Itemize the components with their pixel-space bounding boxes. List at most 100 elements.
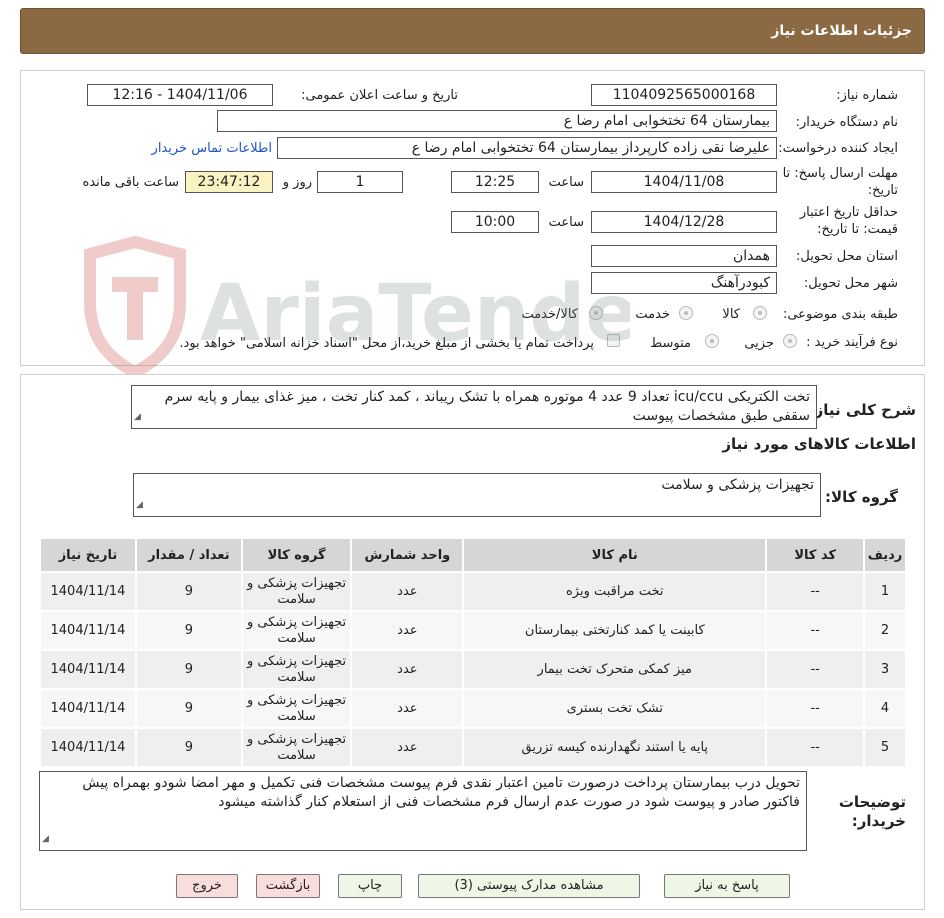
cell-item-group: تجهیزات پزشکی و سلامت <box>240 649 353 690</box>
deadline-time-field[interactable]: 12:25 <box>451 171 539 193</box>
cell-need-date: 1404/11/14 <box>39 610 137 651</box>
cell-row-number: 3 <box>863 649 907 690</box>
category-service-label: خدمت <box>635 307 670 322</box>
treasury-payment-note: پرداخت تمام یا بخشی از مبلغ خرید،از محل … <box>179 336 594 351</box>
deadline-label-1: مهلت ارسال پاسخ: تا <box>782 166 898 181</box>
announce-field[interactable]: 1404/11/06 - 12:16 <box>87 84 273 106</box>
treasury-payment-checkbox[interactable] <box>607 334 620 347</box>
print-button[interactable]: چاپ <box>338 874 402 898</box>
reply-button[interactable]: پاسخ به نیاز <box>664 874 790 898</box>
back-button[interactable]: بازگشت <box>256 874 320 898</box>
exit-button[interactable]: خروج <box>176 874 238 898</box>
buyer-notes-text: تحویل درب بیمارستان پرداخت درصورت تامین … <box>82 775 800 810</box>
cell-need-date: 1404/11/14 <box>39 571 137 612</box>
cell-quantity: 9 <box>134 610 243 651</box>
cell-item-group: تجهیزات پزشکی و سلامت <box>240 571 353 612</box>
process-minor-radio[interactable] <box>783 334 797 348</box>
cell-unit: عدد <box>350 610 465 651</box>
col-item-name: نام کالا <box>462 537 768 573</box>
cell-item-code: -- <box>765 571 866 612</box>
announce-label: تاریخ و ساعت اعلان عمومی: <box>301 88 458 103</box>
creator-label: ایجاد کننده درخواست: <box>778 141 898 156</box>
validity-time-field[interactable]: 10:00 <box>451 211 539 233</box>
cell-quantity: 9 <box>134 571 243 612</box>
cell-unit: عدد <box>350 649 465 690</box>
days-word: روز و <box>282 175 312 190</box>
remaining-time-field: 23:47:12 <box>185 171 273 193</box>
col-quantity: تعداد / مقدار <box>134 537 243 573</box>
remaining-word: ساعت باقی مانده <box>82 175 179 190</box>
col-item-group: گروه کالا <box>240 537 353 573</box>
cell-row-number: 5 <box>863 727 907 768</box>
category-label: طبقه بندی موضوعی: <box>782 307 898 322</box>
cell-item-code: -- <box>765 649 866 690</box>
cell-quantity: 9 <box>134 727 243 768</box>
cell-unit: عدد <box>350 688 465 729</box>
col-row-number: ردیف <box>863 537 907 573</box>
cell-item-code: -- <box>765 727 866 768</box>
buyer-notes-textarea[interactable]: تحویل درب بیمارستان پرداخت درصورت تامین … <box>39 771 807 851</box>
validity-date-field[interactable]: 1404/12/28 <box>591 211 777 233</box>
table-row[interactable]: 1 -- تخت مراقبت ویژه عدد تجهیزات پزشکی و… <box>39 571 907 612</box>
cell-item-code: -- <box>765 610 866 651</box>
page-header: جزئیات اطلاعات نیاز <box>20 8 925 54</box>
cell-unit: عدد <box>350 727 465 768</box>
cell-item-group: تجهیزات پزشکی و سلامت <box>240 610 353 651</box>
resize-grip-icon[interactable]: ◢ <box>136 496 143 515</box>
buyer-contact-link[interactable]: اطلاعات تماس خریدار <box>152 141 272 156</box>
summary-text: تخت الکتریکی icu/ccu تعداد 9 عدد 4 موتور… <box>164 389 810 424</box>
cell-item-name: تخت مراقبت ویژه <box>462 571 768 612</box>
city-field[interactable]: کبودرآهنگ <box>591 272 777 294</box>
creator-field[interactable]: علیرضا نقی زاده کارپرداز بیمارستان 64 تخ… <box>277 137 777 159</box>
goods-group-label: گروه کالا: <box>825 488 898 506</box>
buyer-org-field[interactable]: بیمارستان 64 تختخوابی امام رضا ع <box>217 110 777 132</box>
validity-time-label: ساعت <box>548 215 584 230</box>
cell-need-date: 1404/11/14 <box>39 727 137 768</box>
resize-grip-icon[interactable]: ◢ <box>42 830 49 849</box>
province-field[interactable]: همدان <box>591 245 777 267</box>
cell-item-name: کابینت یا کمد کنارتختی بیمارستان <box>462 610 768 651</box>
buyer-notes-label-1: توضیحات <box>838 793 906 811</box>
category-goods-service-radio[interactable] <box>589 306 603 320</box>
cell-row-number: 4 <box>863 688 907 729</box>
page-title: جزئیات اطلاعات نیاز <box>771 23 912 39</box>
cell-quantity: 9 <box>134 649 243 690</box>
cell-item-name: تشک تخت بستری <box>462 688 768 729</box>
table-row[interactable]: 3 -- میز کمکی متحرک تخت بیمار عدد تجهیزا… <box>39 649 907 690</box>
view-attachments-button[interactable]: مشاهده مدارک پیوستی (3) <box>418 874 640 898</box>
table-row[interactable]: 2 -- کابینت یا کمد کنارتختی بیمارستان عد… <box>39 610 907 651</box>
validity-label-2: قیمت: تا تاریخ: <box>817 222 898 237</box>
cell-item-code: -- <box>765 688 866 729</box>
cell-row-number: 1 <box>863 571 907 612</box>
days-remaining-field[interactable]: 1 <box>317 171 403 193</box>
table-row[interactable]: 5 -- پایه یا استند نگهدارنده کیسه تزریق … <box>39 727 907 768</box>
process-medium-radio[interactable] <box>705 334 719 348</box>
buyer-org-label: نام دستگاه خریدار: <box>795 115 898 130</box>
cell-item-group: تجهیزات پزشکی و سلامت <box>240 727 353 768</box>
goods-group-text: تجهیزات پزشکی و سلامت <box>661 477 814 493</box>
city-label: شهر محل تحویل: <box>803 276 898 291</box>
cell-need-date: 1404/11/14 <box>39 688 137 729</box>
deadline-time-label: ساعت <box>548 175 584 190</box>
need-number-field[interactable]: 1104092565000168 <box>591 84 777 106</box>
cell-unit: عدد <box>350 571 465 612</box>
deadline-label-2: تاریخ: <box>867 183 898 198</box>
category-goods-service-label: کالا/خدمت <box>521 307 578 322</box>
deadline-date-field[interactable]: 1404/11/08 <box>591 171 777 193</box>
category-service-radio[interactable] <box>679 306 693 320</box>
col-unit: واحد شمارش <box>350 537 465 573</box>
goods-group-textarea[interactable]: تجهیزات پزشکی و سلامت ◢ <box>133 473 821 517</box>
resize-grip-icon[interactable]: ◢ <box>134 408 141 427</box>
col-item-code: کد کالا <box>765 537 866 573</box>
table-row[interactable]: 4 -- تشک تخت بستری عدد تجهیزات پزشکی و س… <box>39 688 907 729</box>
need-number-label: شماره نیاز: <box>836 88 898 103</box>
need-info-panel: شماره نیاز: 1104092565000168 تاریخ و ساع… <box>20 70 925 366</box>
validity-label-1: حداقل تاریخ اعتبار <box>799 205 898 220</box>
province-label: استان محل تحویل: <box>796 249 898 264</box>
process-minor-label: جزیی <box>744 336 774 351</box>
category-goods-label: کالا <box>722 307 740 322</box>
process-medium-label: متوسط <box>650 336 691 351</box>
buyer-notes-label-2: خریدار: <box>851 812 906 830</box>
category-goods-radio[interactable] <box>753 306 767 320</box>
summary-textarea[interactable]: تخت الکتریکی icu/ccu تعداد 9 عدد 4 موتور… <box>131 385 817 429</box>
